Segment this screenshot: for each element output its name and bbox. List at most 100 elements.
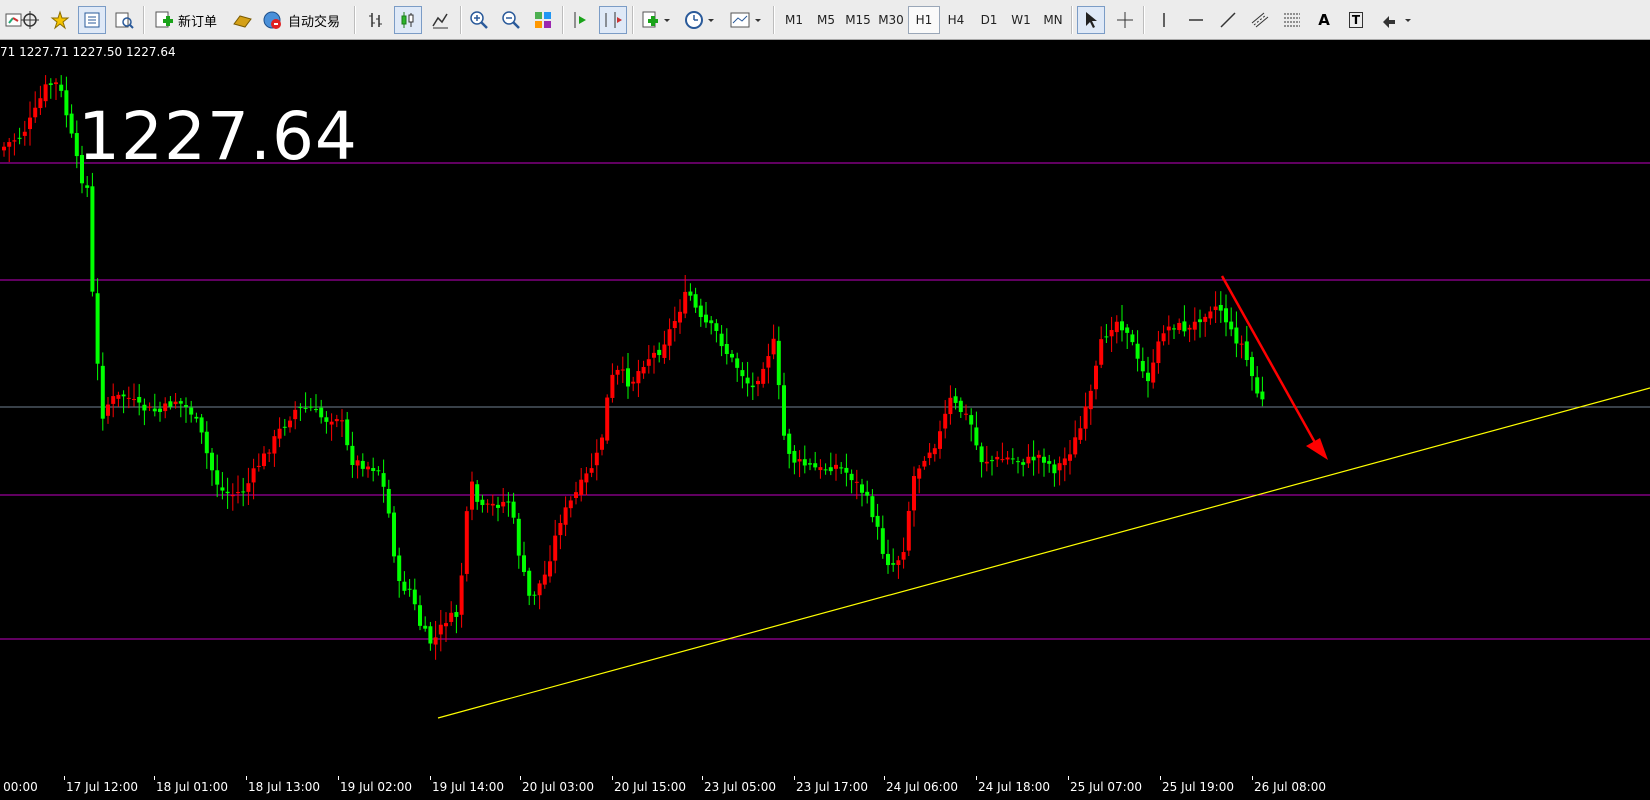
candle-down [407,588,412,590]
candle-up [433,637,438,645]
equidistant-channel-icon[interactable] [1246,6,1274,34]
candle-up [834,464,838,469]
candle-up [574,492,578,498]
tile-windows-icon[interactable] [529,6,557,34]
timeframe-h4[interactable]: H4 [940,6,972,34]
candle-down [979,446,984,463]
candle-down [381,473,386,487]
candle-down [808,463,812,465]
candle-down [69,113,74,134]
candle-down [48,83,53,85]
data-window-icon[interactable] [78,6,106,34]
auto-scroll-icon[interactable] [567,6,595,34]
candle-down [282,426,287,428]
candle-down [1021,462,1026,465]
new-order-icon [155,11,173,28]
time-axis-label: 19 Jul 14:00 [432,780,504,794]
candle-down [626,368,630,387]
auto-trade-icon [263,11,281,29]
time-axis-tick [1068,776,1069,780]
candle-down [59,84,64,91]
candle-up [251,468,256,483]
candle-down [314,409,318,411]
candle-down [319,407,324,418]
line-chart-icon[interactable] [426,6,454,34]
market-watch-gold-icon[interactable] [228,6,256,34]
time-axis-tick [612,776,613,780]
candle-up [1099,339,1104,365]
candle-up [901,552,906,560]
favorites-star-icon[interactable] [46,6,74,34]
candle-up [459,575,464,615]
auto-trade-button[interactable]: 自动交易 [258,6,344,34]
candle-down [423,625,428,629]
candle-down [386,488,391,514]
timeframe-m5[interactable]: M5 [810,6,842,34]
candle-up [490,503,495,506]
candle-down [204,431,209,454]
candle-up [948,397,953,415]
candle-down [870,496,875,518]
zoom-in-icon[interactable] [465,6,493,34]
vertical-line-icon[interactable] [1150,6,1178,34]
fibonacci-icon[interactable] [1278,6,1306,34]
chart-shift-icon[interactable] [599,6,627,34]
text-label-button[interactable]: T [1342,6,1370,34]
candle-up [277,428,282,439]
candle-down [199,417,204,433]
crosshair-tool-icon[interactable] [1111,6,1139,34]
candle-down [880,528,885,554]
candle-up [116,394,121,399]
timeframe-h1[interactable]: H1 [908,6,940,34]
candle-up [938,431,942,449]
crosshair-icon[interactable] [16,6,44,34]
arrows-dropdown[interactable] [1376,6,1416,34]
candle-up [912,476,916,511]
templates-dropdown[interactable] [726,6,766,34]
candle-up [163,403,168,412]
timeframe-mn[interactable]: MN [1037,6,1069,34]
candle-down [1234,327,1239,344]
candle-up [964,413,968,415]
candle-up [449,612,454,622]
candle-up [766,356,771,368]
candle-up [917,468,922,479]
candle-up [288,420,292,428]
cursor-icon[interactable] [1077,6,1105,34]
indicators-dropdown[interactable] [638,6,674,34]
candle-down [1120,321,1124,331]
candle-down [1047,461,1052,464]
timeframe-m30[interactable]: M30 [875,6,907,34]
candle-down [215,470,220,485]
zoom-out-icon[interactable] [497,6,525,34]
auto-trade-label: 自动交易 [288,14,341,30]
candle-down [802,459,807,466]
candle-down [241,491,246,493]
candle-up [293,409,298,420]
candle-up [1026,456,1031,464]
time-axis-label: 26 Jul 08:00 [1254,780,1326,794]
candlestick-chart-icon[interactable] [394,6,422,34]
text-tool-button[interactable]: A [1310,6,1338,34]
candle-up [579,479,584,496]
candle-down [1146,372,1150,382]
candle-down [90,186,95,292]
timeframe-m1[interactable]: M1 [778,6,810,34]
candle-down [1052,464,1057,474]
timeframe-w1[interactable]: W1 [1005,6,1037,34]
horizontal-line-icon[interactable] [1182,6,1210,34]
candle-up [1062,458,1067,466]
new-order-button[interactable]: 新订单 [150,6,221,34]
candle-down [392,512,396,557]
candle-up [652,352,656,358]
strategy-tester-icon[interactable] [110,6,138,34]
trendline-icon[interactable] [1214,6,1242,34]
timeframe-m15[interactable]: M15 [842,6,874,34]
candle-up [1057,463,1062,471]
candle-up [984,461,989,464]
time-axis-label: 18 Jul 13:00 [248,780,320,794]
bar-chart-icon[interactable] [362,6,390,34]
candle-down [412,589,417,605]
timeframe-d1[interactable]: D1 [973,6,1005,34]
periods-clock-dropdown[interactable] [682,6,718,34]
